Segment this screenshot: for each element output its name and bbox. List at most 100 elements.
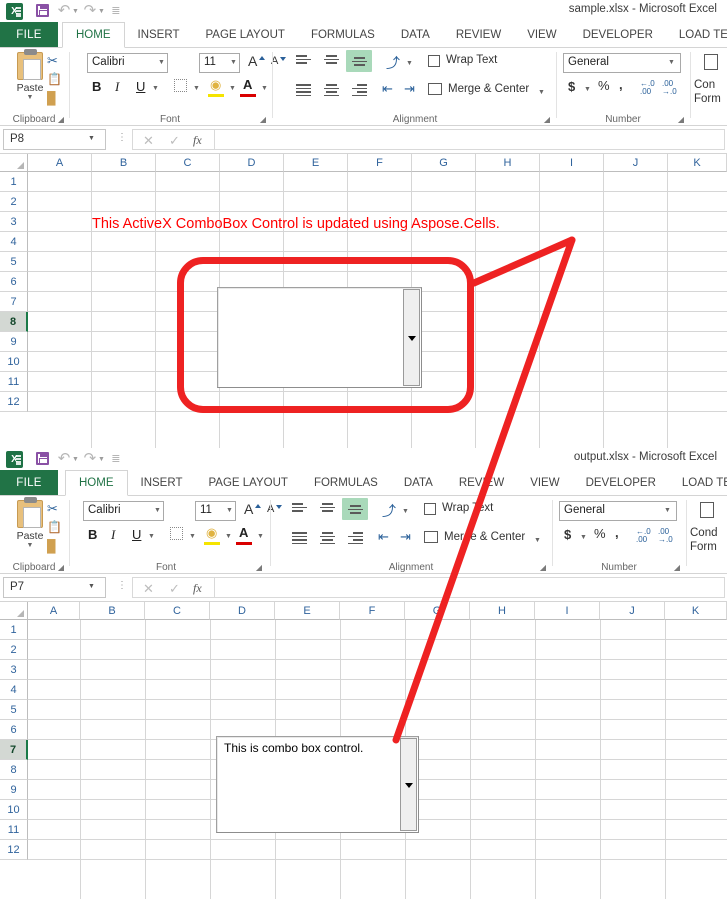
undo-icon[interactable]: ↶	[53, 448, 75, 470]
formula-input[interactable]	[214, 577, 725, 598]
col-header-C[interactable]: C	[156, 154, 220, 172]
font-color-icon[interactable]: A	[243, 77, 252, 92]
align-left-icon[interactable]	[292, 532, 307, 545]
enter-icon[interactable]: ✓	[169, 133, 180, 149]
row-header-1[interactable]: 1	[0, 172, 28, 192]
formula-input[interactable]	[214, 129, 725, 150]
row-header-6[interactable]: 6	[0, 272, 28, 292]
clipboard-dialog-launcher[interactable]: ◢	[58, 563, 64, 572]
font-name-input[interactable]: Calibri	[83, 501, 164, 521]
tab-formulas[interactable]: FORMULAS	[301, 470, 391, 496]
copy-icon[interactable]: 📋	[47, 520, 62, 534]
col-header-D[interactable]: D	[210, 602, 275, 620]
col-header-F[interactable]: F	[340, 602, 405, 620]
dropdown-arrow-icon[interactable]	[400, 738, 417, 831]
font-name-input[interactable]: Calibri	[87, 53, 168, 73]
number-format-select[interactable]: General	[563, 53, 681, 73]
row-header-10[interactable]: 10	[0, 800, 28, 820]
chevron-down-icon[interactable]: ▼	[8, 94, 52, 101]
borders-dropdown-icon[interactable]: ▼	[189, 533, 196, 540]
font-size-dropdown-icon[interactable]: ▼	[226, 507, 233, 514]
copy-icon[interactable]: 📋	[47, 72, 62, 86]
decrease-indent-icon[interactable]: ⇤	[382, 81, 393, 97]
clipboard-dialog-launcher[interactable]: ◢	[58, 115, 64, 124]
tab-insert[interactable]: INSERT	[125, 22, 193, 48]
cancel-icon[interactable]: ✕	[143, 133, 154, 149]
tab-data[interactable]: DATA	[391, 470, 446, 496]
enter-icon[interactable]: ✓	[169, 581, 180, 597]
percent-format-button[interactable]: %	[598, 78, 610, 93]
row-header-4[interactable]: 4	[0, 232, 28, 252]
increase-font-size-icon[interactable]: A	[248, 53, 257, 69]
percent-format-button[interactable]: %	[594, 526, 606, 541]
fill-color-icon[interactable]: ◉	[210, 77, 221, 93]
row-header-3[interactable]: 3	[0, 212, 28, 232]
fill-color-dropdown-icon[interactable]: ▼	[229, 85, 236, 92]
align-bottom-icon[interactable]	[352, 57, 367, 68]
font-dialog-launcher[interactable]: ◢	[256, 563, 262, 572]
redo-icon[interactable]: ↷	[79, 448, 101, 470]
comma-format-button[interactable]: ,	[615, 525, 619, 540]
tab-review[interactable]: REVIEW	[446, 470, 517, 496]
font-color-dropdown-icon[interactable]: ▼	[257, 533, 264, 540]
currency-format-button[interactable]: $	[564, 527, 571, 542]
underline-button[interactable]: U	[136, 79, 145, 94]
row-header-11[interactable]: 11	[0, 820, 28, 840]
number-dialog-launcher[interactable]: ◢	[674, 563, 680, 572]
cancel-icon[interactable]: ✕	[143, 581, 154, 597]
decrease-decimal-icon[interactable]: .00 →.0	[658, 528, 673, 544]
font-name-dropdown-icon[interactable]: ▼	[158, 59, 165, 66]
paste-button[interactable]: Paste ▼	[8, 49, 52, 101]
bold-button[interactable]: B	[88, 527, 97, 542]
underline-dropdown-icon[interactable]: ▼	[148, 533, 155, 540]
select-all-corner[interactable]	[0, 602, 28, 620]
row-header-12[interactable]: 12	[0, 392, 28, 412]
col-header-A[interactable]: A	[28, 602, 80, 620]
row-header-7[interactable]: 7	[0, 292, 28, 312]
currency-format-button[interactable]: $	[568, 79, 575, 94]
col-header-B[interactable]: B	[80, 602, 145, 620]
row-header-7[interactable]: 7	[0, 740, 28, 760]
alignment-dialog-launcher[interactable]: ◢	[540, 563, 546, 572]
tab-load-test[interactable]: LOAD TES	[669, 470, 727, 496]
tab-home[interactable]: HOME	[62, 22, 125, 48]
conditional-formatting-label-line2[interactable]: Form	[690, 541, 717, 553]
merge-center-dropdown-icon[interactable]: ▼	[534, 537, 541, 544]
align-middle-icon[interactable]	[324, 55, 339, 66]
font-color-icon[interactable]: A	[239, 525, 248, 540]
italic-button[interactable]: I	[115, 79, 119, 95]
col-header-E[interactable]: E	[284, 154, 348, 172]
col-header-J[interactable]: J	[604, 154, 668, 172]
format-painter-icon[interactable]: █	[47, 539, 56, 553]
row-header-10[interactable]: 10	[0, 352, 28, 372]
tab-home[interactable]: HOME	[65, 470, 128, 496]
col-header-A[interactable]: A	[28, 154, 92, 172]
borders-icon[interactable]	[170, 527, 183, 540]
col-header-I[interactable]: I	[535, 602, 600, 620]
row-header-8[interactable]: 8	[0, 760, 28, 780]
align-middle-icon[interactable]	[320, 503, 335, 514]
row-header-8[interactable]: 8	[0, 312, 28, 332]
col-header-E[interactable]: E	[275, 602, 340, 620]
tab-view[interactable]: VIEW	[517, 470, 572, 496]
wrap-text-label[interactable]: Wrap Text	[446, 54, 497, 66]
row-header-1[interactable]: 1	[0, 620, 28, 640]
text-orientation-icon[interactable]: ⤴	[382, 501, 396, 521]
activex-combobox-filled[interactable]: This is combo box control.	[216, 736, 419, 833]
row-header-9[interactable]: 9	[0, 780, 28, 800]
customize-quick-access-icon[interactable]: ≣	[105, 448, 127, 470]
dropdown-arrow-icon[interactable]	[403, 289, 420, 386]
conditional-formatting-icon[interactable]	[700, 502, 714, 518]
wrap-text-icon[interactable]	[428, 55, 440, 67]
tab-insert[interactable]: INSERT	[128, 470, 196, 496]
wrap-text-label[interactable]: Wrap Text	[442, 502, 493, 514]
align-bottom-icon[interactable]	[348, 505, 363, 516]
row-header-11[interactable]: 11	[0, 372, 28, 392]
paste-button[interactable]: Paste ▼	[8, 497, 52, 549]
increase-indent-icon[interactable]: ⇥	[400, 529, 411, 545]
tab-formulas[interactable]: FORMULAS	[298, 22, 388, 48]
merge-center-dropdown-icon[interactable]: ▼	[538, 89, 545, 96]
customize-quick-access-icon[interactable]: ≣	[105, 0, 127, 22]
col-header-F[interactable]: F	[348, 154, 412, 172]
conditional-formatting-icon[interactable]	[704, 54, 718, 70]
